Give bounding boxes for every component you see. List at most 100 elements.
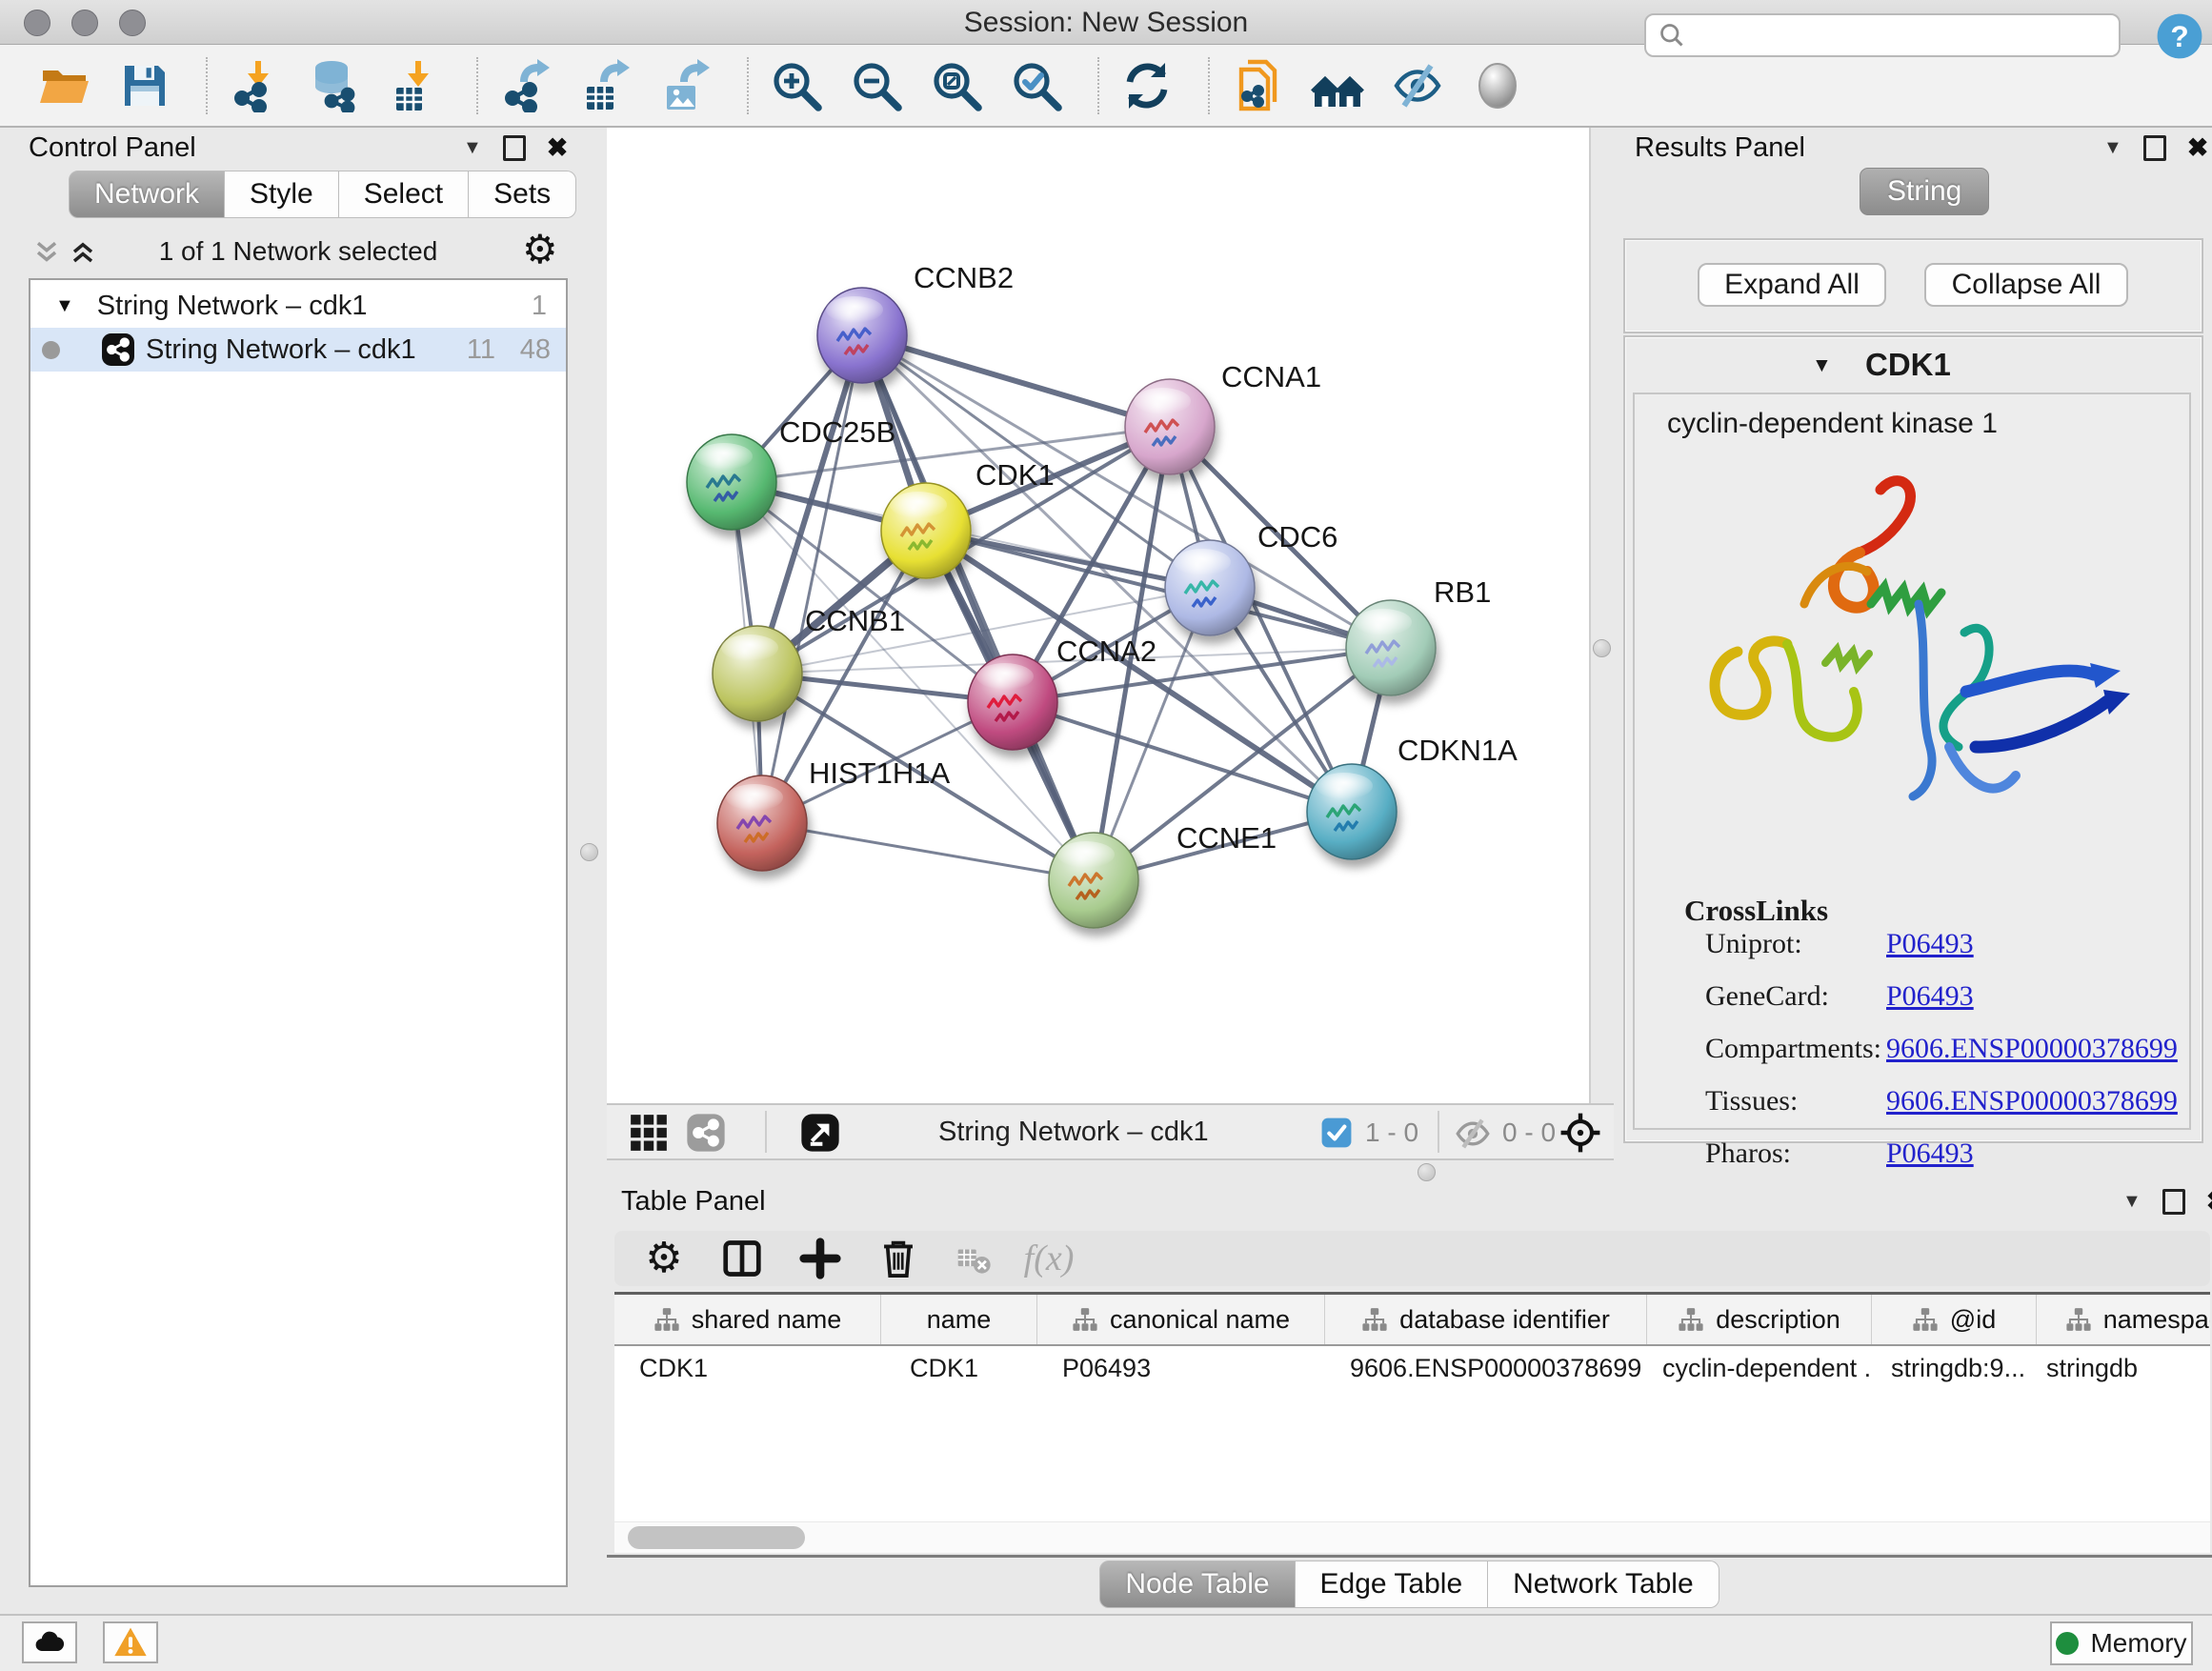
grid-icon[interactable] <box>628 1112 670 1154</box>
crosslink-value-link[interactable]: P06493 <box>1886 1137 1974 1170</box>
search-input[interactable] <box>1694 20 2119 51</box>
horizontal-splitter-handle[interactable] <box>1418 1163 1436 1181</box>
export-network-icon[interactable] <box>499 59 553 112</box>
share-icon[interactable] <box>685 1112 727 1154</box>
panel-float-icon[interactable] <box>2143 135 2166 161</box>
checkbox-icon[interactable] <box>1319 1116 1354 1150</box>
network-node-rb1[interactable] <box>1346 600 1436 695</box>
column-header-namespace[interactable]: namespace <box>2037 1295 2210 1344</box>
network-node-ccna1[interactable] <box>1125 379 1215 474</box>
panel-collapse-icon[interactable]: ▼ <box>2103 137 2122 159</box>
panel-collapse-icon[interactable]: ▼ <box>463 137 482 159</box>
zoom-in-icon[interactable] <box>770 59 823 112</box>
save-session-icon[interactable] <box>118 59 171 112</box>
network-node-hist1h1a[interactable] <box>717 775 807 871</box>
refresh-view-icon[interactable] <box>1120 59 1174 112</box>
hide-graphics-details-icon[interactable] <box>1391 59 1444 112</box>
panel-collapse-icon[interactable]: ▼ <box>2122 1191 2142 1213</box>
network-row[interactable]: String Network – cdk1 11 48 <box>30 328 566 372</box>
table-cell[interactable]: stringdb <box>2037 1346 2210 1390</box>
table-panel-controls: ▼ ✖ <box>2122 1187 2212 1217</box>
table-cell[interactable]: 9606.ENSP00000378699 <box>1325 1346 1647 1390</box>
column-header-description[interactable]: description <box>1647 1295 1872 1344</box>
network-node-ccnb1[interactable] <box>713 626 802 721</box>
table-cell[interactable]: CDK1 <box>881 1346 1037 1390</box>
level-of-detail-ball-icon[interactable] <box>1471 59 1524 112</box>
tab-network-table[interactable]: Network Table <box>1488 1560 1719 1608</box>
table-cell[interactable]: stringdb:9... <box>1872 1346 2037 1390</box>
zoom-out-icon[interactable] <box>850 59 903 112</box>
zoom-selected-icon[interactable] <box>1010 59 1063 112</box>
network-node-cdc6[interactable] <box>1165 540 1255 635</box>
tab-style[interactable]: Style <box>225 171 339 218</box>
entry-expander-icon[interactable]: ▼ <box>1812 354 1832 377</box>
network-node-cdc25b[interactable] <box>687 434 776 530</box>
network-node-cdk1[interactable] <box>881 483 971 578</box>
panel-close-icon[interactable]: ✖ <box>2187 133 2209 163</box>
add-column-icon[interactable] <box>799 1238 841 1279</box>
gear-icon[interactable]: ⚙ <box>643 1238 685 1279</box>
column-header-name[interactable]: name <box>881 1295 1037 1344</box>
tab-sets[interactable]: Sets <box>469 171 576 218</box>
search-field[interactable] <box>1644 13 2121 57</box>
cloud-button[interactable] <box>22 1621 77 1663</box>
help-icon[interactable]: ? <box>2155 11 2204 61</box>
crosslink-value-link[interactable]: P06493 <box>1886 928 1974 960</box>
import-network-file-icon[interactable] <box>229 59 282 112</box>
export-table-icon[interactable] <box>579 59 633 112</box>
column-header-@id[interactable]: @id <box>1872 1295 2037 1344</box>
network-node-cdkn1a[interactable] <box>1307 764 1397 859</box>
crosslink-value-link[interactable]: 9606.ENSP00000378699 <box>1886 1085 2178 1117</box>
import-network-database-icon[interactable] <box>309 59 362 112</box>
node-label: CDKN1A <box>1398 734 1518 767</box>
eye-slash-icon[interactable] <box>1453 1114 1493 1154</box>
tab-edge-table[interactable]: Edge Table <box>1296 1560 1489 1608</box>
panel-float-icon[interactable] <box>503 135 526 161</box>
network-node-ccnb2[interactable] <box>817 288 907 383</box>
expand-all-button[interactable]: Expand All <box>1698 263 1886 307</box>
crosshair-icon[interactable] <box>1559 1112 1601 1154</box>
node-label: CDK1 <box>975 458 1055 492</box>
network-canvas[interactable]: CCNB2CCNA1CDC25BCDK1CDC6RB1CCNB1CCNA2CDK… <box>607 128 1591 1103</box>
column-header-shared-name[interactable]: shared name <box>614 1295 881 1344</box>
export-image-icon[interactable] <box>659 59 713 112</box>
network-node-ccna2[interactable] <box>968 654 1057 750</box>
panel-close-icon[interactable]: ✖ <box>2206 1187 2212 1217</box>
tab-node-table[interactable]: Node Table <box>1099 1560 1295 1608</box>
table-hscrollbar[interactable] <box>614 1522 2210 1553</box>
table-row[interactable]: CDK1CDK1P064939606.ENSP00000378699cyclin… <box>614 1346 2210 1390</box>
panel-close-icon[interactable]: ✖ <box>547 133 569 163</box>
import-table-file-icon[interactable] <box>389 59 442 112</box>
node-label: CDC6 <box>1257 520 1337 554</box>
vertical-splitter-handle[interactable] <box>1593 639 1611 657</box>
memory-button[interactable]: Memory <box>2050 1621 2193 1665</box>
panel-float-icon[interactable] <box>2162 1189 2185 1215</box>
crosslink-value-link[interactable]: P06493 <box>1886 980 1974 1013</box>
network-node-ccne1[interactable] <box>1049 833 1138 928</box>
collapse-all-button[interactable]: Collapse All <box>1924 263 2128 307</box>
warning-button[interactable] <box>103 1621 158 1663</box>
column-header-database-identifier[interactable]: database identifier <box>1325 1295 1647 1344</box>
network-options-gear-icon[interactable]: ⚙ <box>522 229 558 271</box>
delete-column-icon[interactable] <box>877 1238 919 1279</box>
hscrollbar-thumb[interactable] <box>628 1526 805 1549</box>
vertical-splitter-handle[interactable] <box>580 843 598 861</box>
split-columns-icon[interactable] <box>721 1238 763 1279</box>
zoom-fit-icon[interactable] <box>930 59 983 112</box>
tab-select[interactable]: Select <box>339 171 469 218</box>
open-session-icon[interactable] <box>38 59 91 112</box>
open-home-icon[interactable] <box>1311 59 1364 112</box>
table-cell[interactable]: cyclin-dependent ... <box>1647 1346 1872 1390</box>
column-header-canonical-name[interactable]: canonical name <box>1037 1295 1325 1344</box>
network-collection-row[interactable]: ▼ String Network – cdk1 1 <box>30 284 566 328</box>
network-edge[interactable] <box>762 335 862 823</box>
crosslink-value-link[interactable]: 9606.ENSP00000378699 <box>1886 1033 2178 1065</box>
external-view-icon[interactable] <box>799 1112 841 1154</box>
tab-network[interactable]: Network <box>69 171 225 218</box>
tree-expander-icon[interactable]: ▼ <box>55 295 74 317</box>
tab-string[interactable]: String <box>1860 168 1989 215</box>
table-cell[interactable]: CDK1 <box>614 1346 881 1390</box>
table-cell[interactable]: P06493 <box>1037 1346 1325 1390</box>
toolbar-separator <box>476 57 478 114</box>
share-document-icon[interactable] <box>1231 59 1284 112</box>
